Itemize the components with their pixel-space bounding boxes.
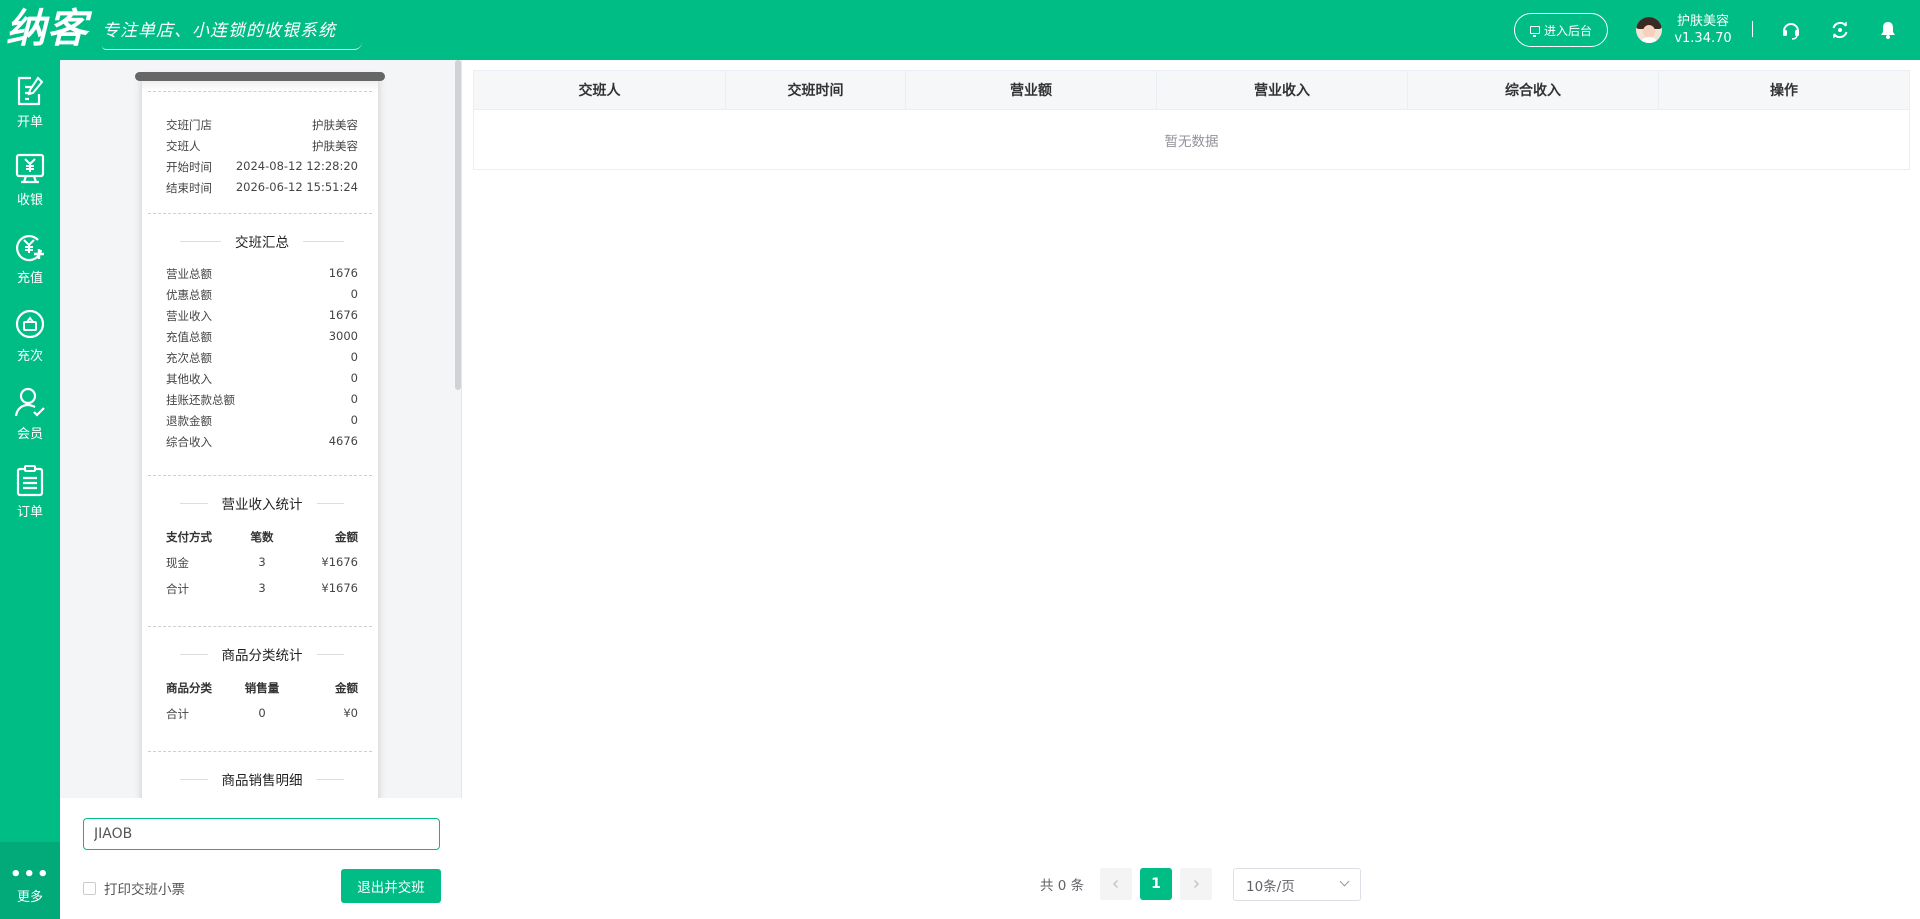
summary-row: 营业总额 1676 xyxy=(166,266,358,281)
recharge-icon xyxy=(16,235,44,262)
enter-admin-label: 进入后台 xyxy=(1543,23,1592,38)
next-page-button[interactable] xyxy=(1180,868,1212,900)
pagination-total: 共 0 条 xyxy=(1040,878,1085,894)
summary-row: 营业收入 1676 xyxy=(166,308,358,323)
chevron-down-icon xyxy=(1339,876,1350,887)
receipt-info-row: 交班门店 护肤美容 xyxy=(166,118,358,132)
category-row: 合计 0 ¥0 xyxy=(166,706,358,721)
summary-row: 挂账还款总额 0 xyxy=(166,392,358,407)
category-title: 商品分类统计 xyxy=(166,645,358,664)
sidebar-item-open-order[interactable]: 开单 xyxy=(0,62,60,134)
sync-icon[interactable] xyxy=(1830,20,1850,40)
summary-row: 其他收入 0 xyxy=(166,371,358,386)
checkbox-box[interactable] xyxy=(83,881,96,895)
category-header-row: 商品分类 销售量 金额 xyxy=(166,681,358,695)
chevron-right-icon xyxy=(1194,880,1199,888)
order-icon xyxy=(16,465,44,497)
user-name[interactable]: 护肤美容 xyxy=(1672,10,1734,29)
prev-page-button[interactable] xyxy=(1100,868,1132,900)
logout-handover-button[interactable]: 退出并交班 xyxy=(341,869,441,903)
app-slogan: 专注单店、小连锁的收银系统 xyxy=(102,21,336,41)
receipt-info-row: 结束时间 2026-06-12 15:51:24 xyxy=(166,180,358,195)
receipt-roll xyxy=(135,72,385,81)
page-size-select[interactable]: 10条/页 xyxy=(1233,868,1361,901)
sidebar-item-recharge-times[interactable]: 充次 xyxy=(0,296,60,368)
column-header: 操作 xyxy=(1770,83,1798,99)
avatar[interactable] xyxy=(1636,17,1662,43)
summary-row: 充次总额 0 xyxy=(166,350,358,365)
table-header: 交班人 交班时间 营业额 营业收入 综合收入 操作 xyxy=(474,71,1909,110)
handover-history-table: 交班人 交班时间 营业额 营业收入 综合收入 操作 暂无数据 xyxy=(473,70,1910,170)
receipt-info-row: 交班人 护肤美容 xyxy=(166,139,358,153)
enter-admin-button[interactable]: 进入后台 xyxy=(1514,13,1608,47)
income-title: 营业收入统计 xyxy=(166,494,358,513)
income-row: 现金 3 ¥1676 xyxy=(166,555,358,570)
summary-row: 退款金额 0 xyxy=(166,413,358,428)
summary-row: 优惠总额 0 xyxy=(166,287,358,302)
summary-title: 交班汇总 xyxy=(166,232,358,251)
sidebar-label: 订单 xyxy=(16,505,43,520)
income-header-row: 支付方式 笔数 金额 xyxy=(166,530,358,544)
print-receipt-checkbox[interactable]: 打印交班小票 xyxy=(83,878,185,898)
print-receipt-label: 打印交班小票 xyxy=(104,882,185,898)
summary-row: 充值总额 3000 xyxy=(166,329,358,344)
detail-title: 商品销售明细 xyxy=(166,770,358,789)
recharge-times-icon xyxy=(15,309,45,339)
column-header: 营业收入 xyxy=(1157,71,1408,109)
receipt-scrollbar[interactable] xyxy=(455,60,461,390)
cashier-icon xyxy=(15,153,45,184)
receipt-info-row: 开始时间 2024-08-12 12:28:20 xyxy=(166,159,358,174)
main-sidebar: 开单 收银 充值 充次 会员 订单 ••• 更多 xyxy=(0,60,60,919)
header-divider xyxy=(1752,21,1753,37)
column-header: 交班时间 xyxy=(726,71,906,109)
column-header: 综合收入 xyxy=(1408,71,1659,109)
app-version: v1.34.70 xyxy=(1674,31,1732,46)
edit-order-icon xyxy=(17,76,44,106)
monitor-icon xyxy=(1529,26,1540,37)
sidebar-item-recharge[interactable]: 充值 xyxy=(0,218,60,290)
sidebar-label: 开单 xyxy=(16,115,43,130)
handover-code-input[interactable] xyxy=(83,818,440,850)
column-header: 交班人 xyxy=(474,71,726,109)
sidebar-label: 充次 xyxy=(16,349,43,364)
headset-icon[interactable] xyxy=(1781,20,1801,40)
sidebar-label: 充值 xyxy=(16,271,43,286)
column-header: 营业额 xyxy=(906,71,1157,109)
page-number-button[interactable]: 1 xyxy=(1140,868,1172,900)
sidebar-more-button[interactable]: ••• 更多 xyxy=(0,842,60,919)
member-icon xyxy=(14,387,45,417)
handover-panel: 交班门店 护肤美容 交班人 护肤美容 开始时间 2024-08-12 12:28:20… xyxy=(60,60,462,919)
bell-icon[interactable] xyxy=(1878,20,1898,40)
receipt-preview[interactable]: 交班门店 护肤美容 交班人 护肤美容 开始时间 2024-08-12 12:28:20… xyxy=(60,60,462,798)
sidebar-label: 会员 xyxy=(16,427,43,442)
handover-form: 打印交班小票 退出并交班 xyxy=(60,798,462,919)
app-logo: 纳客 xyxy=(6,5,88,52)
receipt-paper: 交班门店 护肤美容 交班人 护肤美容 开始时间 2024-08-12 12:28:20… xyxy=(142,77,378,798)
chevron-left-icon xyxy=(1113,880,1118,888)
sidebar-label: 收银 xyxy=(16,193,43,208)
summary-row: 综合收入 4676 xyxy=(166,434,358,449)
page-size-value: 10条/页 xyxy=(1246,878,1295,895)
more-dots-icon: ••• xyxy=(10,864,51,885)
income-row: 合计 3 ¥1676 xyxy=(166,581,358,596)
table-empty-text: 暂无数据 xyxy=(1164,133,1219,150)
slogan-underline xyxy=(102,42,362,50)
sidebar-item-orders[interactable]: 订单 xyxy=(0,452,60,524)
more-label: 更多 xyxy=(16,890,43,905)
sidebar-item-member[interactable]: 会员 xyxy=(0,374,60,446)
top-header: 纳客 专注单店、小连锁的收银系统 进入后台 护肤美容 v1.34.70 xyxy=(0,0,1920,60)
sidebar-item-cashier[interactable]: 收银 xyxy=(0,140,60,212)
